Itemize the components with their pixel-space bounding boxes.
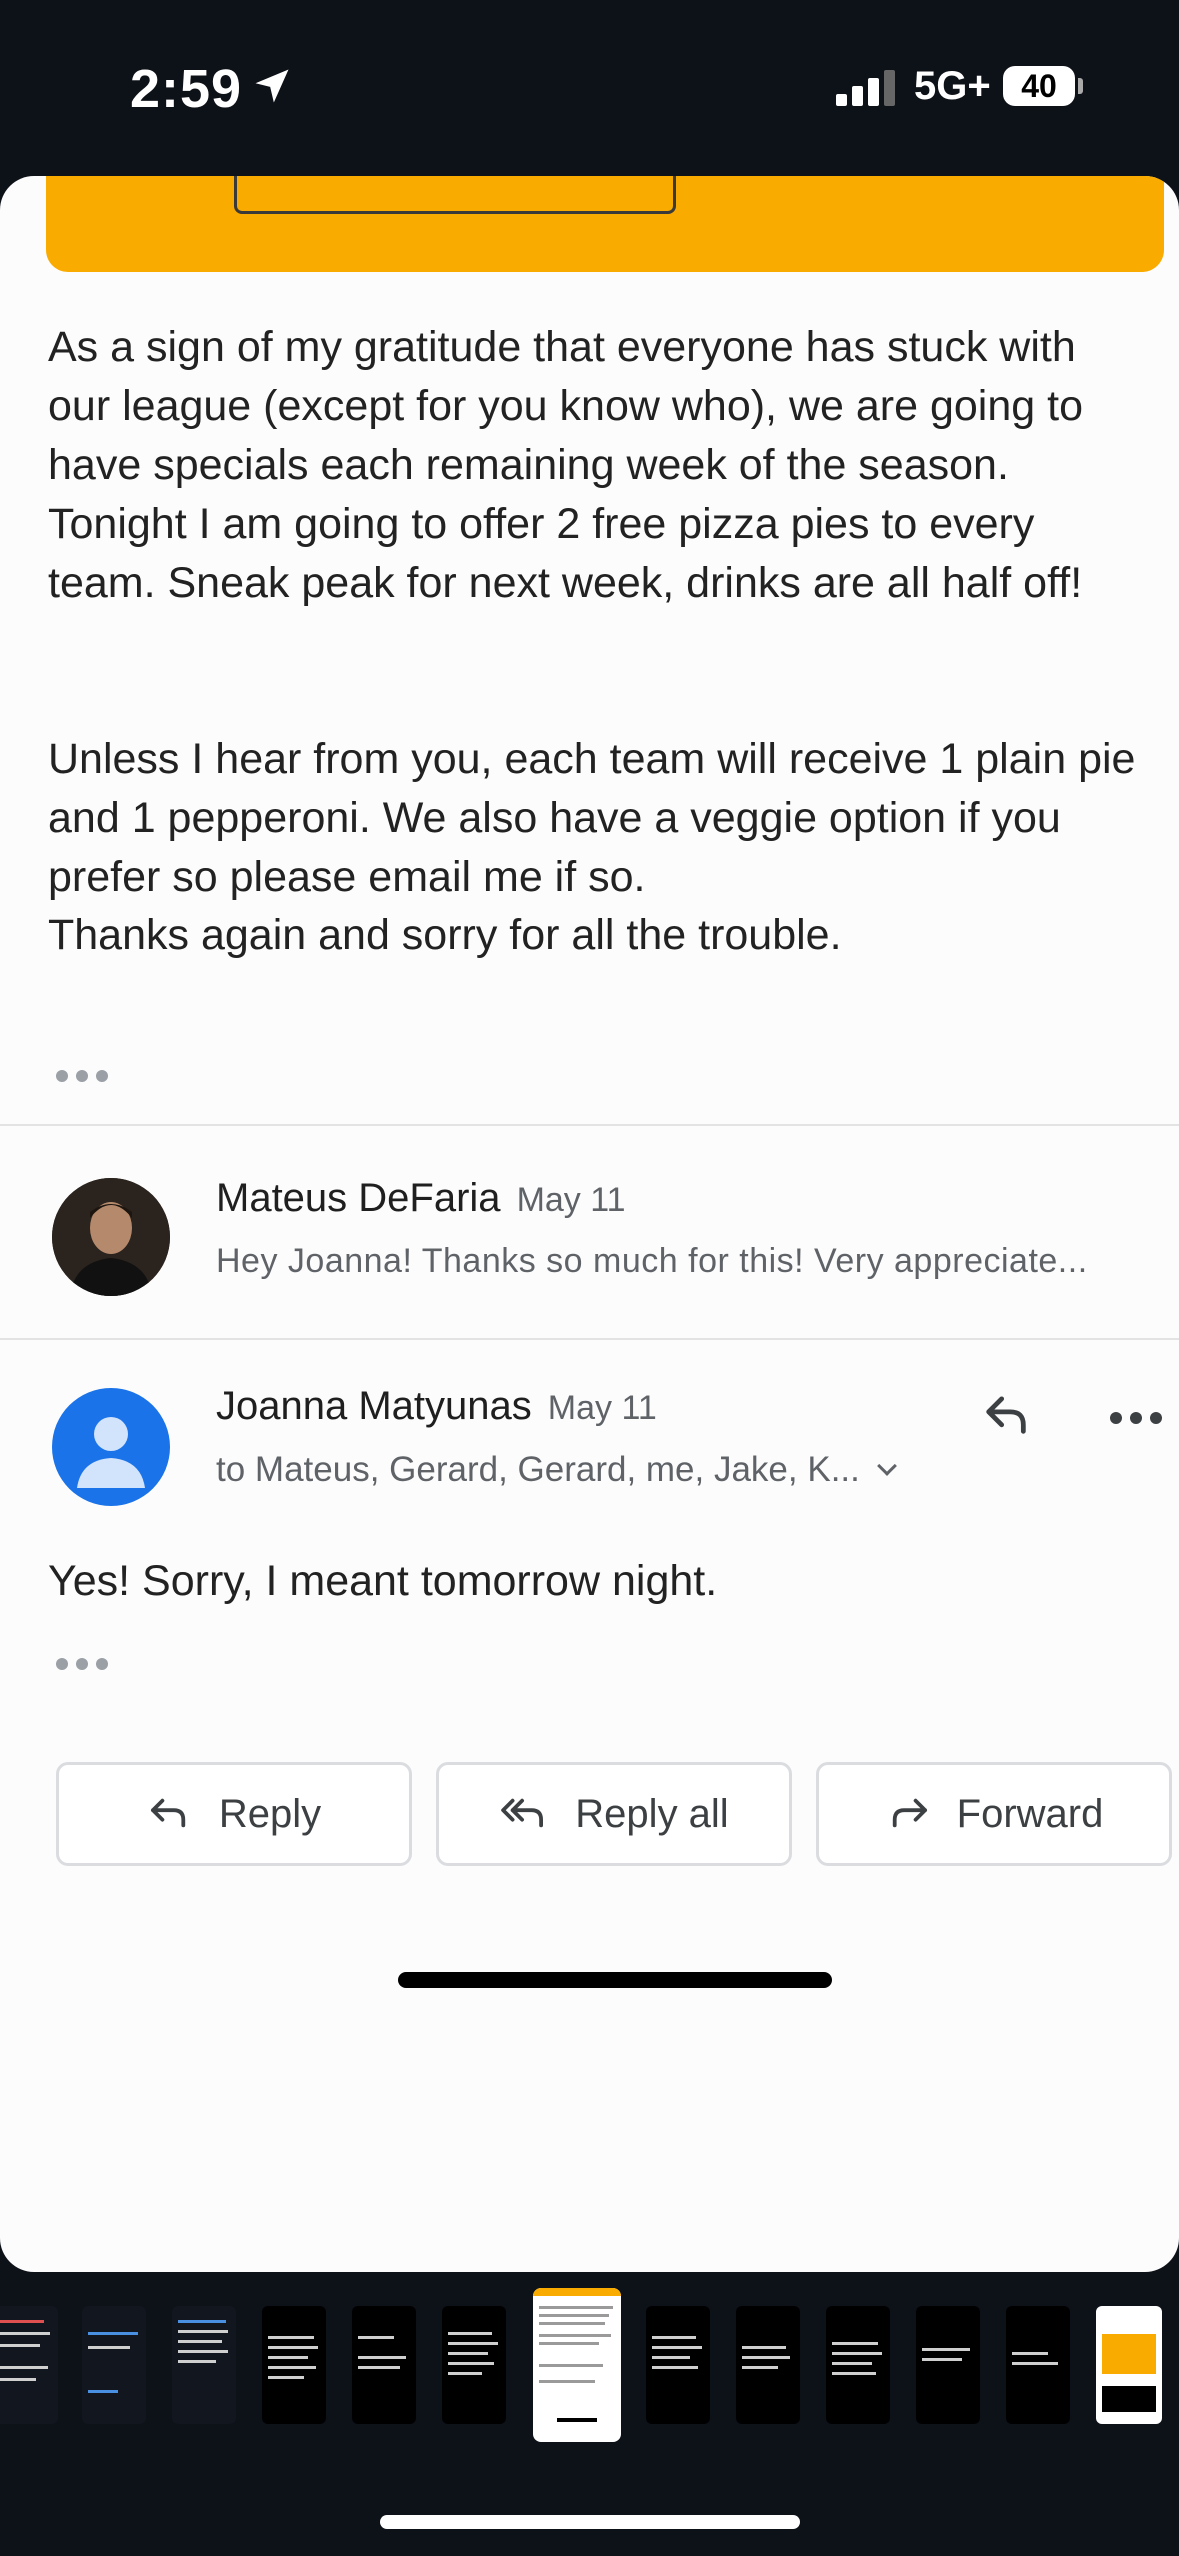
- battery-icon: 40: [1003, 66, 1075, 106]
- reply-all-label: Reply all: [575, 1791, 729, 1836]
- thumbnail[interactable]: [736, 2306, 800, 2424]
- thumbnail-current[interactable]: [533, 2288, 621, 2442]
- forward-button[interactable]: Forward: [816, 1762, 1172, 1866]
- message-sender: Mateus DeFaria May 11: [216, 1176, 626, 1221]
- avatar-photo-icon: [52, 1178, 170, 1296]
- forward-icon: [892, 1798, 927, 1828]
- reply-label: Reply: [218, 1791, 322, 1836]
- screenshot-thumbnail-strip[interactable]: [0, 2288, 1179, 2458]
- home-indicator: [380, 2515, 800, 2529]
- thumbnail[interactable]: [82, 2306, 146, 2424]
- email-body-paragraph: Unless I hear from you, each team will r…: [48, 735, 1136, 901]
- email-thread-card[interactable]: As a sign of my gratitude that everyone …: [0, 176, 1179, 2272]
- thumbnail[interactable]: [0, 2306, 58, 2424]
- reply-icon: [150, 1798, 186, 1828]
- banner-button[interactable]: [234, 176, 676, 214]
- thumbnail[interactable]: [826, 2306, 890, 2424]
- home-indicator: [398, 1972, 832, 1988]
- email-body-paragraph: Thanks again and sorry for all the troub…: [48, 911, 842, 959]
- reply-icon[interactable]: [976, 1388, 1036, 1440]
- thumbnail[interactable]: [352, 2306, 416, 2424]
- promo-banner: [46, 176, 1164, 272]
- show-trimmed-content-button[interactable]: [56, 1070, 108, 1084]
- chevron-down-icon: [876, 1456, 897, 1476]
- reply-all-button[interactable]: Reply all: [436, 1762, 792, 1866]
- battery-tip: [1078, 78, 1083, 94]
- thumbnail[interactable]: [172, 2306, 236, 2424]
- location-arrow-icon: [255, 69, 289, 103]
- message-date: May 11: [547, 1389, 657, 1427]
- thumbnail[interactable]: [916, 2306, 980, 2424]
- thumbnail[interactable]: [646, 2306, 710, 2424]
- sender-name: Joanna Matyunas: [216, 1384, 532, 1428]
- thumbnail[interactable]: [442, 2306, 506, 2424]
- avatar: [52, 1388, 170, 1506]
- message-sender: Joanna Matyunas May 11: [216, 1384, 657, 1429]
- status-bar: 2:59 5G+ 40: [0, 0, 1179, 170]
- thumbnail[interactable]: [1006, 2306, 1070, 2424]
- avatar: [52, 1178, 170, 1296]
- default-person-icon: [77, 1417, 145, 1488]
- cellular-signal-icon: [836, 70, 900, 106]
- status-time: 2:59: [130, 59, 243, 119]
- thumbnail[interactable]: [1096, 2306, 1162, 2424]
- sender-name: Mateus DeFaria: [216, 1176, 501, 1220]
- show-trimmed-content-button[interactable]: [56, 1658, 108, 1672]
- more-options-icon[interactable]: [1110, 1412, 1164, 1426]
- reply-button[interactable]: Reply: [56, 1762, 412, 1866]
- recipients-dropdown[interactable]: to Mateus, Gerard, Gerard, me, Jake, K..…: [216, 1450, 897, 1490]
- network-type: 5G+: [914, 64, 991, 108]
- message-snippet: Hey Joanna! Thanks so much for this! Ver…: [216, 1242, 1088, 1280]
- recipients-text: to Mateus, Gerard, Gerard, me, Jake, K..…: [216, 1450, 860, 1489]
- message-date: May 11: [516, 1181, 626, 1219]
- divider: [0, 1338, 1179, 1340]
- thumbnail[interactable]: [262, 2306, 326, 2424]
- message-body: Yes! Sorry, I meant tomorrow night.: [48, 1557, 718, 1605]
- reply-all-icon: [501, 1798, 544, 1828]
- forward-label: Forward: [956, 1791, 1104, 1836]
- email-body-paragraph: As a sign of my gratitude that everyone …: [48, 323, 1083, 607]
- divider: [0, 1124, 1179, 1126]
